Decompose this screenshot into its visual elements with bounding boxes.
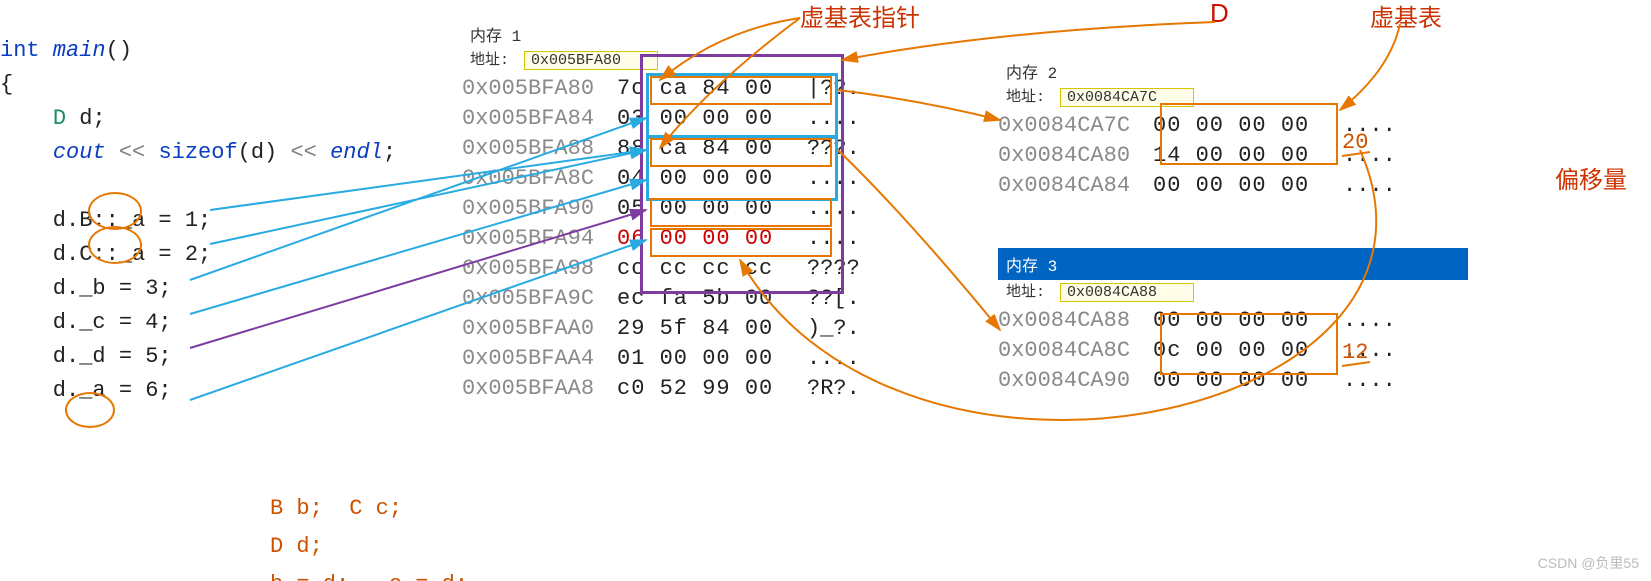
mem-ascii: ....	[1343, 306, 1413, 336]
panel2-addr-label: 地址:	[1006, 89, 1045, 106]
mem-bytes: 00 00 00 00	[1153, 171, 1343, 201]
mem-addr: 0x005BFAA4	[462, 344, 617, 374]
memory-row: 0x0084CA8400 00 00 00....	[998, 171, 1468, 201]
panel1-addr-label: 地址:	[470, 52, 509, 69]
fn-main: main	[40, 38, 106, 63]
mem-addr: 0x0084CA90	[998, 366, 1153, 396]
panel3-title: 内存 3	[998, 248, 1468, 280]
mem-addr: 0x0084CA88	[998, 306, 1153, 336]
mem-addr: 0x005BFA94	[462, 224, 617, 254]
panel2-title: 内存 2	[998, 55, 1468, 85]
mem-bytes: c0 52 99 00	[617, 374, 807, 404]
circle-C-a	[88, 226, 142, 264]
line-c: d._c = 4;	[0, 310, 172, 335]
obj-cout: cout	[53, 140, 106, 165]
mem-addr: 0x005BFA80	[462, 74, 617, 104]
memory-row: 0x005BFAA8c0 52 99 00?R?.	[462, 374, 942, 404]
mem-addr: 0x005BFAA8	[462, 374, 617, 404]
offset-20: 20	[1342, 130, 1368, 155]
offset-12: 12	[1342, 340, 1368, 365]
circle-B-a	[88, 192, 142, 230]
mem-ascii: ....	[1343, 171, 1413, 201]
mem-addr: 0x005BFA88	[462, 134, 617, 164]
memory-row: 0x005BFAA401 00 00 00....	[462, 344, 942, 374]
panel1-addr-input[interactable]: 0x005BFA80	[524, 51, 658, 70]
mem-addr: 0x005BFA98	[462, 254, 617, 284]
mem-addr: 0x005BFA8C	[462, 164, 617, 194]
mem-addr: 0x005BFA90	[462, 194, 617, 224]
mem-addr: 0x0084CA80	[998, 141, 1153, 171]
mem-addr: 0x005BFA84	[462, 104, 617, 134]
label-D: D	[1210, 0, 1229, 29]
vbtable-B-box	[1160, 103, 1338, 165]
mem-addr: 0x0084CA8C	[998, 336, 1153, 366]
mem-ascii: )_?.	[807, 314, 877, 344]
mem-ascii: ?R?.	[807, 374, 877, 404]
orange-d-box	[650, 198, 832, 227]
mem-addr: 0x0084CA84	[998, 171, 1153, 201]
source-code: int main() { D d; cout << sizeof(d) << e…	[0, 0, 440, 408]
vbtable-C-box	[1160, 313, 1338, 375]
panel3-addr-label: 地址:	[1006, 284, 1045, 301]
mem-bytes: 29 5f 84 00	[617, 314, 807, 344]
label-vbtable: 虚基表	[1370, 0, 1442, 33]
panel3-addr-input[interactable]: 0x0084CA88	[1060, 283, 1194, 302]
mem-addr: 0x005BFA9C	[462, 284, 617, 314]
orange-vbptr-B	[650, 76, 832, 105]
bottom-code: B b; C c; D d; b = d; c = d;	[270, 452, 468, 581]
line-d: d._d = 5;	[0, 344, 172, 369]
label-vbptr: 虚基表指针	[800, 0, 920, 33]
mem-addr: 0x005BFAA0	[462, 314, 617, 344]
line-b: d._b = 3;	[0, 276, 172, 301]
watermark: CSDN @负里55	[1538, 553, 1639, 573]
orange-a-box	[650, 228, 832, 257]
memory-row: 0x005BFAA029 5f 84 00)_?.	[462, 314, 942, 344]
mem-ascii: ....	[807, 344, 877, 374]
mem-addr: 0x0084CA7C	[998, 111, 1153, 141]
orange-vbptr-C	[650, 138, 832, 167]
label-offset: 偏移量	[1555, 160, 1627, 195]
circle-a	[65, 392, 115, 428]
mem-ascii: ....	[1343, 366, 1413, 396]
type-D: D	[53, 106, 66, 131]
mem-bytes: 01 00 00 00	[617, 344, 807, 374]
kw-int: int	[0, 38, 40, 63]
